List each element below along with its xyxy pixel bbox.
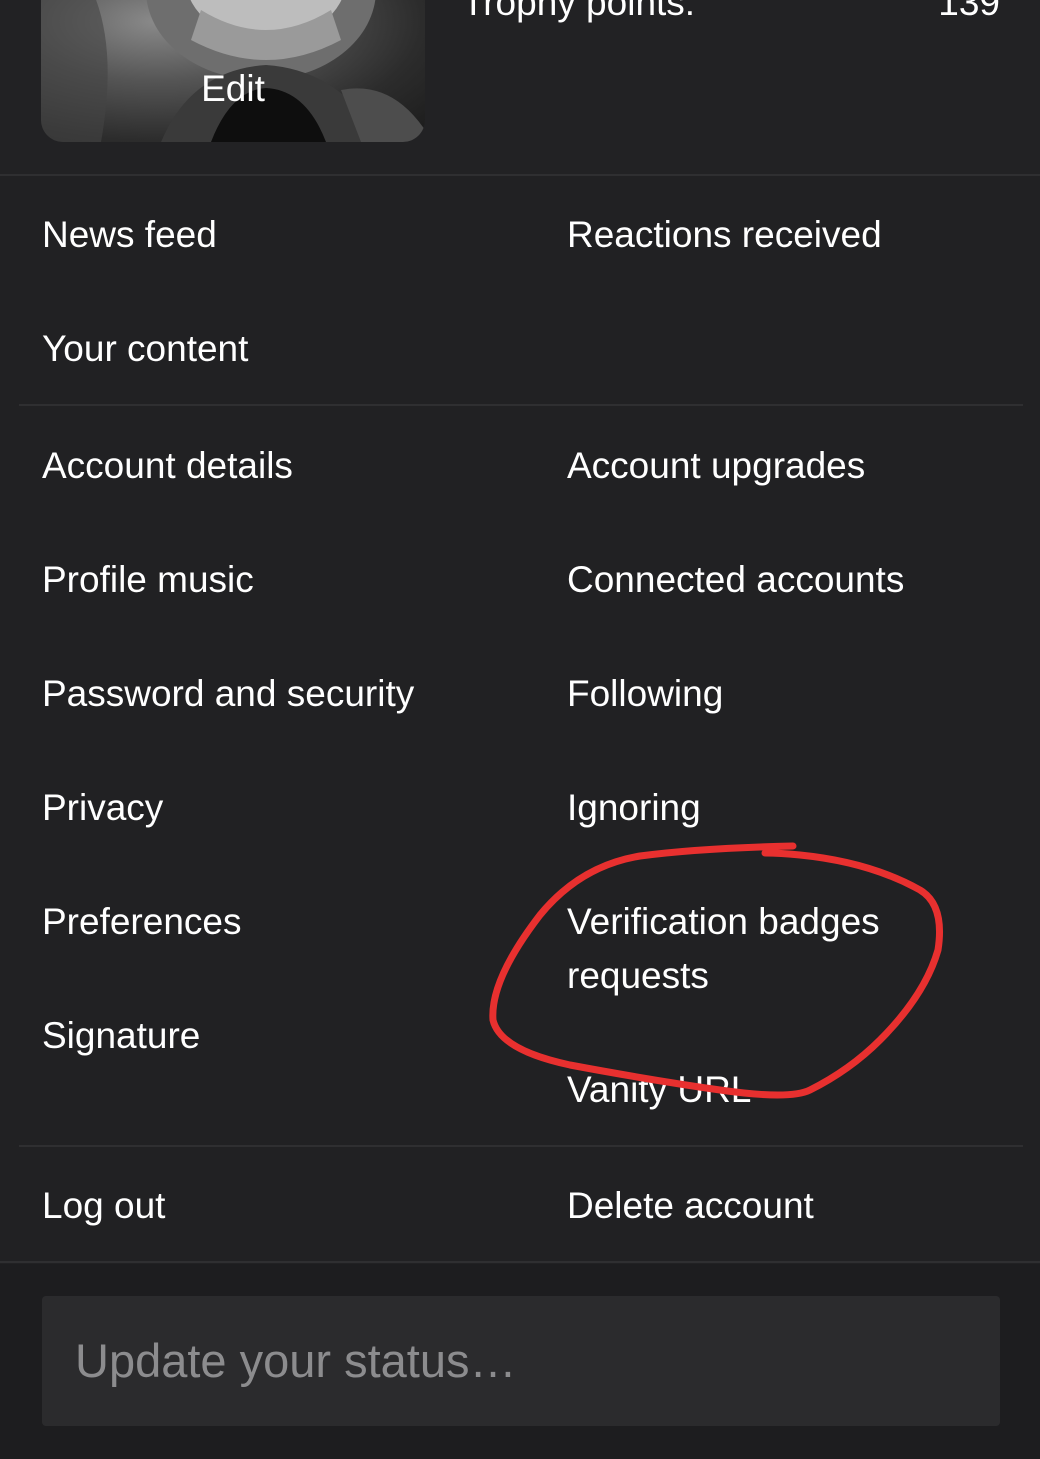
menu-item-ignoring[interactable]: Ignoring bbox=[567, 781, 701, 835]
profile-header: Edit Trophy points: 139 bbox=[0, 0, 1040, 174]
avatar[interactable]: Edit bbox=[41, 0, 425, 142]
menu-item-signature[interactable]: Signature bbox=[42, 1009, 200, 1063]
status-input[interactable]: Update your status… bbox=[42, 1296, 1000, 1426]
menu-divider bbox=[19, 1145, 1023, 1147]
trophy-points-label[interactable]: Trophy points: bbox=[462, 0, 695, 24]
status-section: Update your status… bbox=[0, 1264, 1040, 1459]
menu-item-verification-badges-requests[interactable]: Verification badges requests bbox=[567, 895, 927, 1003]
menu-item-profile-music[interactable]: Profile music bbox=[42, 553, 254, 607]
menu-item-following[interactable]: Following bbox=[567, 667, 723, 721]
menu-item-reactions-received[interactable]: Reactions received bbox=[567, 208, 882, 262]
menu-divider bbox=[19, 404, 1023, 406]
menu-item-vanity-url[interactable]: Vanity URL bbox=[567, 1063, 751, 1117]
menu-item-news-feed[interactable]: News feed bbox=[42, 208, 217, 262]
trophy-points-value: 139 bbox=[938, 0, 1000, 23]
menu-item-delete-account[interactable]: Delete account bbox=[567, 1179, 814, 1233]
menu-item-your-content[interactable]: Your content bbox=[42, 322, 248, 376]
header-divider bbox=[0, 174, 1040, 176]
menu-item-connected-accounts[interactable]: Connected accounts bbox=[567, 553, 904, 607]
menu-bottom-divider bbox=[0, 1261, 1040, 1263]
menu-item-privacy[interactable]: Privacy bbox=[42, 781, 163, 835]
menu-item-password-security[interactable]: Password and security bbox=[42, 667, 414, 721]
menu-item-account-upgrades[interactable]: Account upgrades bbox=[567, 439, 865, 493]
menu-item-account-details[interactable]: Account details bbox=[42, 439, 293, 493]
menu-item-log-out[interactable]: Log out bbox=[42, 1179, 165, 1233]
avatar-edit-label[interactable]: Edit bbox=[41, 68, 425, 110]
menu-item-preferences[interactable]: Preferences bbox=[42, 895, 242, 949]
